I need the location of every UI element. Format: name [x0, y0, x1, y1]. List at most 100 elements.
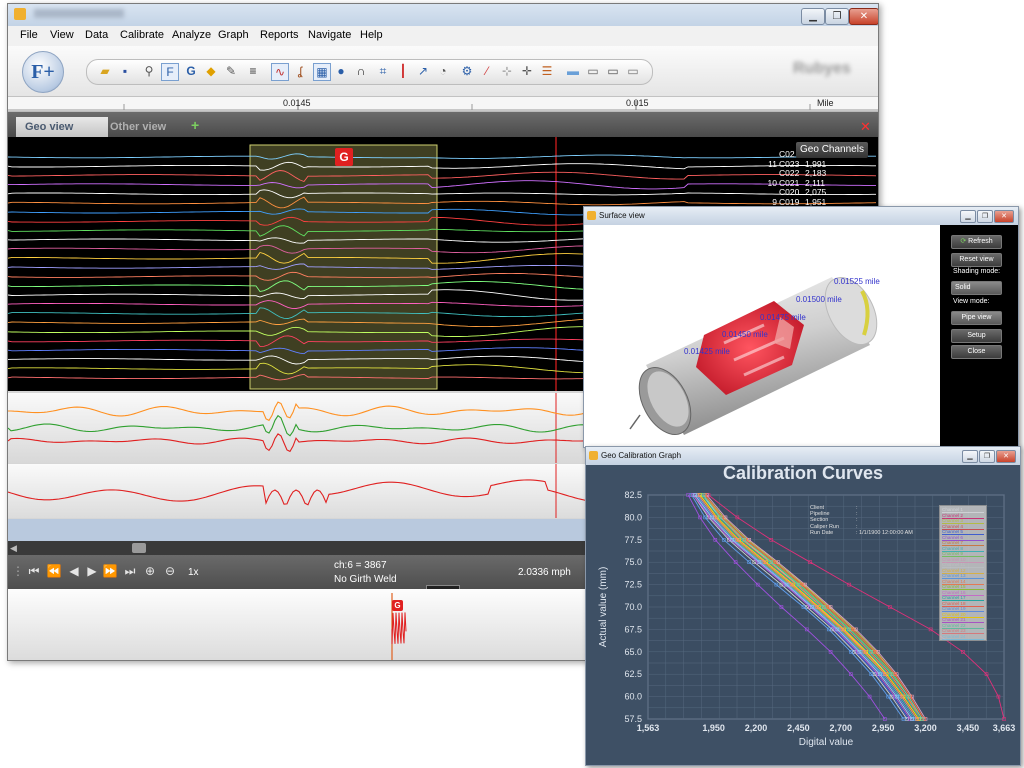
setup-button[interactable]: Setup: [951, 329, 1002, 343]
refresh-icon: ⟳: [960, 238, 969, 245]
marker-diamond-icon[interactable]: ◆: [203, 63, 219, 79]
minimize-button[interactable]: ▁: [801, 8, 825, 25]
ruler-ticks: [8, 101, 878, 111]
menu-data[interactable]: Data: [85, 29, 108, 41]
menu-help[interactable]: Help: [360, 29, 383, 41]
reset-view-button[interactable]: Reset view: [951, 253, 1002, 267]
y-tick-label: 77.5: [624, 535, 642, 545]
overview-girth-marker[interactable]: G: [392, 600, 403, 611]
curve-icon[interactable]: ʆ: [292, 63, 308, 79]
open-folder-icon[interactable]: ▰: [97, 63, 113, 79]
arrow-icon[interactable]: ↗: [415, 63, 431, 79]
restore-button[interactable]: ❐: [825, 8, 849, 25]
display-icon[interactable]: ▭: [605, 63, 621, 79]
menu-view[interactable]: View: [50, 29, 74, 41]
magnet-icon[interactable]: ∩: [353, 63, 369, 79]
user-label-blurred: Rubyes: [793, 60, 851, 77]
speed-down-icon[interactable]: ⊖: [162, 563, 178, 579]
fast-rewind-icon[interactable]: ⏪: [46, 563, 62, 579]
close-window-button[interactable]: ✕: [849, 8, 878, 25]
x-tick-label: 2,200: [745, 723, 768, 733]
menu-analyze[interactable]: Analyze: [172, 29, 211, 41]
tab-other-view[interactable]: Other view: [101, 117, 190, 137]
overview-trace: [391, 612, 407, 645]
graph-icon[interactable]: ∿: [271, 63, 289, 81]
panel-icon[interactable]: ▬: [565, 63, 581, 79]
app-logo[interactable]: F+: [22, 51, 64, 93]
channel-code: C019: [779, 196, 800, 207]
geo-trace: [8, 170, 877, 183]
run-info-value: :: [856, 517, 858, 524]
chart-legend: Channel 1 Channel 2 Channel 3 Channel 4 Chan…: [939, 505, 987, 641]
channel-row: C02: [753, 149, 835, 159]
surface-close-window-button[interactable]: ✕: [994, 210, 1014, 223]
menu-calibrate[interactable]: Calibrate: [120, 29, 164, 41]
scroll-left-icon[interactable]: ◀: [10, 543, 20, 553]
screen-icon[interactable]: ▭: [625, 63, 641, 79]
surface-restore-button[interactable]: ❐: [977, 210, 993, 223]
fast-forward-icon[interactable]: ⏩: [102, 563, 118, 579]
mile-label-3: 0.01475 mile: [760, 313, 806, 322]
menu-navigate[interactable]: Navigate: [308, 29, 351, 41]
menu-reports[interactable]: Reports: [260, 29, 299, 41]
geo-trace: [8, 161, 876, 171]
channel-value: 1,991: [805, 158, 827, 169]
girth-weld-marker[interactable]: G: [335, 148, 353, 166]
zoom-icon[interactable]: ⚲: [141, 63, 157, 79]
skip-end-icon[interactable]: ⏭: [122, 563, 138, 579]
view-mode-select[interactable]: Pipe view: [951, 311, 1002, 325]
window-title-blurred: [34, 9, 124, 18]
ruler-left-value: 0.0145: [283, 98, 311, 108]
list-icon[interactable]: ☰: [539, 63, 555, 79]
scroll-thumb[interactable]: [132, 543, 146, 553]
surface-3d-plot[interactable]: 0.01525 mile 0.01500 mile 0.01475 mile 0…: [584, 225, 940, 447]
close-tab-icon[interactable]: ✕: [860, 119, 871, 135]
y-tick-label: 65.0: [624, 647, 642, 657]
menu-bar: File View Data Calibrate Analyze Graph R…: [8, 26, 878, 46]
shading-mode-select[interactable]: Solid: [951, 281, 1002, 295]
add-tab-icon[interactable]: +: [191, 117, 199, 133]
girth-weld-icon[interactable]: G: [183, 63, 199, 79]
mile-label-1: 0.01525 mile: [834, 277, 880, 286]
gear-icon[interactable]: ⚙: [459, 63, 475, 79]
speed-up-icon[interactable]: ⊕: [142, 563, 158, 579]
calibration-graph-window: Geo Calibration Graph ▁ ❐ ✕ Calibration …: [585, 446, 1021, 766]
surface-view-window: Surface view ▁ ❐ ✕ 0.01525 mile 0.01500 …: [583, 206, 1019, 448]
run-info-value: : 1/1/1900 12:00:00 AM: [856, 529, 913, 536]
surface-minimize-button[interactable]: ▁: [960, 210, 976, 223]
surface-close-button[interactable]: Close: [951, 345, 1002, 359]
grip-icon[interactable]: ⋮: [10, 563, 26, 579]
thermometer-icon[interactable]: ┃: [395, 63, 411, 79]
skip-start-icon[interactable]: ⏮: [26, 563, 42, 579]
pen-icon[interactable]: ✎: [223, 63, 239, 79]
tab-geo-view[interactable]: Geo view: [16, 117, 108, 137]
channel-row: C022 2,183: [753, 168, 835, 178]
align-icon[interactable]: ≡: [245, 63, 261, 79]
menu-file[interactable]: File: [20, 29, 38, 41]
y-tick-label: 67.5: [624, 624, 642, 634]
save-icon[interactable]: ▪: [117, 63, 133, 79]
toolbar-pill: ▰ ▪ ⚲ F G ◆ ✎ ≡ ∿ ʆ ▦ ● ∩ ⌗ ┃ ↗ ◔ ⚙ ⁄ ⊹ …: [86, 59, 653, 85]
run-info-value: :: [856, 523, 858, 530]
x-tick-label: 2,700: [829, 723, 852, 733]
menu-graph[interactable]: Graph: [218, 29, 249, 41]
step-back-icon[interactable]: ◀: [66, 563, 82, 579]
move-icon[interactable]: ✛: [519, 63, 535, 79]
surface-icon[interactable]: ▦: [313, 63, 331, 81]
channel-code: C022: [779, 168, 800, 178]
level-icon[interactable]: ⊹: [499, 63, 515, 79]
gauge-icon[interactable]: ◔: [435, 63, 451, 79]
sphere-icon[interactable]: ●: [333, 63, 349, 79]
run-info-value: :: [856, 511, 858, 518]
refresh-button[interactable]: ⟳ Refresh: [951, 235, 1002, 249]
play-icon[interactable]: ▶: [84, 563, 100, 579]
channel-index: 10: [767, 177, 777, 188]
run-info-key: Run Date: [810, 529, 834, 536]
pipe-icon[interactable]: ⁄: [479, 63, 495, 79]
crop-icon[interactable]: ⌗: [375, 63, 391, 79]
channel-code: C023: [779, 158, 800, 169]
ruler-unit: Mile: [817, 98, 834, 108]
channel-row: 9 C019 1,951: [753, 197, 835, 207]
monitor-icon[interactable]: ▭: [585, 63, 601, 79]
add-channel-icon[interactable]: F: [161, 63, 179, 81]
